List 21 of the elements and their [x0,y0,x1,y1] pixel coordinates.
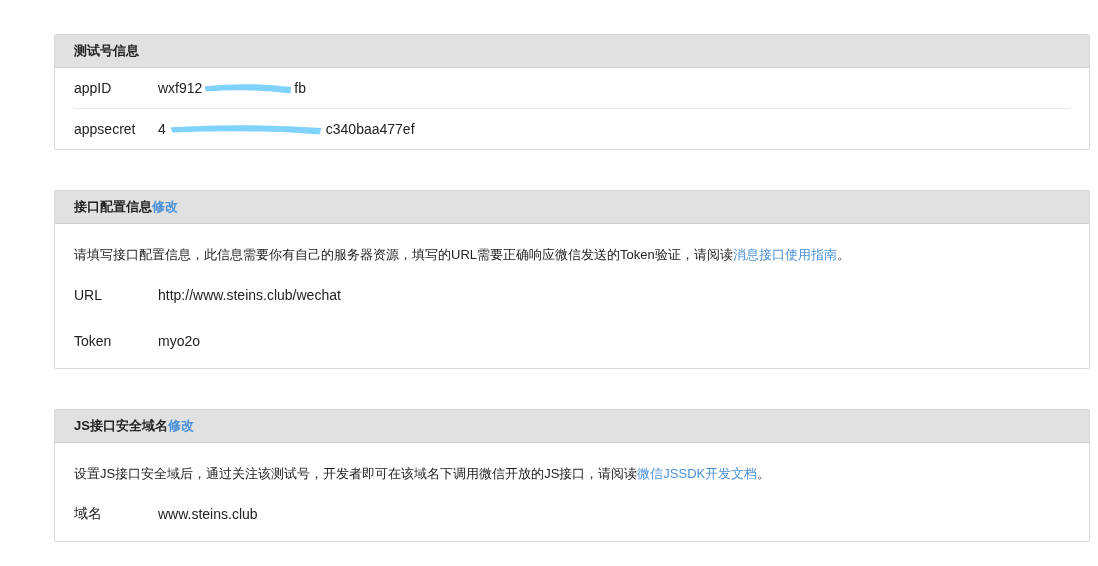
field-value: http://www.steins.club/wechat [158,287,341,303]
edit-link[interactable]: 修改 [152,198,178,216]
edit-link[interactable]: 修改 [167,417,194,435]
guide-link[interactable]: 消息接口使用指南 [732,247,837,262]
panel-title: 接口配置信息 [74,198,152,216]
field-value: fb [294,80,307,96]
field-value: c340baa477ef [325,121,415,137]
description-text: 请填写接口配置信息，此信息需要你有自己的服务器资源，填写的URL需要正确响应微信发送的Token验证，请阅读消息接口使用指南。 [74,246,851,264]
panel-title: JS接口安全域名 [74,417,168,435]
field-label: appID [74,80,113,96]
field-value: www.steins.club [158,506,258,522]
panel-title: 测试号信息 [74,42,139,60]
field-label: URL [74,287,103,303]
field-label: 域名 [74,505,103,523]
field-label: Token [74,333,113,349]
field-label: appsecret [74,121,137,137]
description-text: 设置JS接口安全域后，通过关注该测试号，开发者即可在该域名下调用微信开放的JS接口，请阅读微信JSSDK开发文档。 [74,465,772,483]
field-value: wxf912 [158,80,203,96]
field-value: 4 [158,121,166,137]
field-value: myo2o [158,333,201,349]
guide-link[interactable]: 微信JSSDK开发文档 [637,466,758,481]
